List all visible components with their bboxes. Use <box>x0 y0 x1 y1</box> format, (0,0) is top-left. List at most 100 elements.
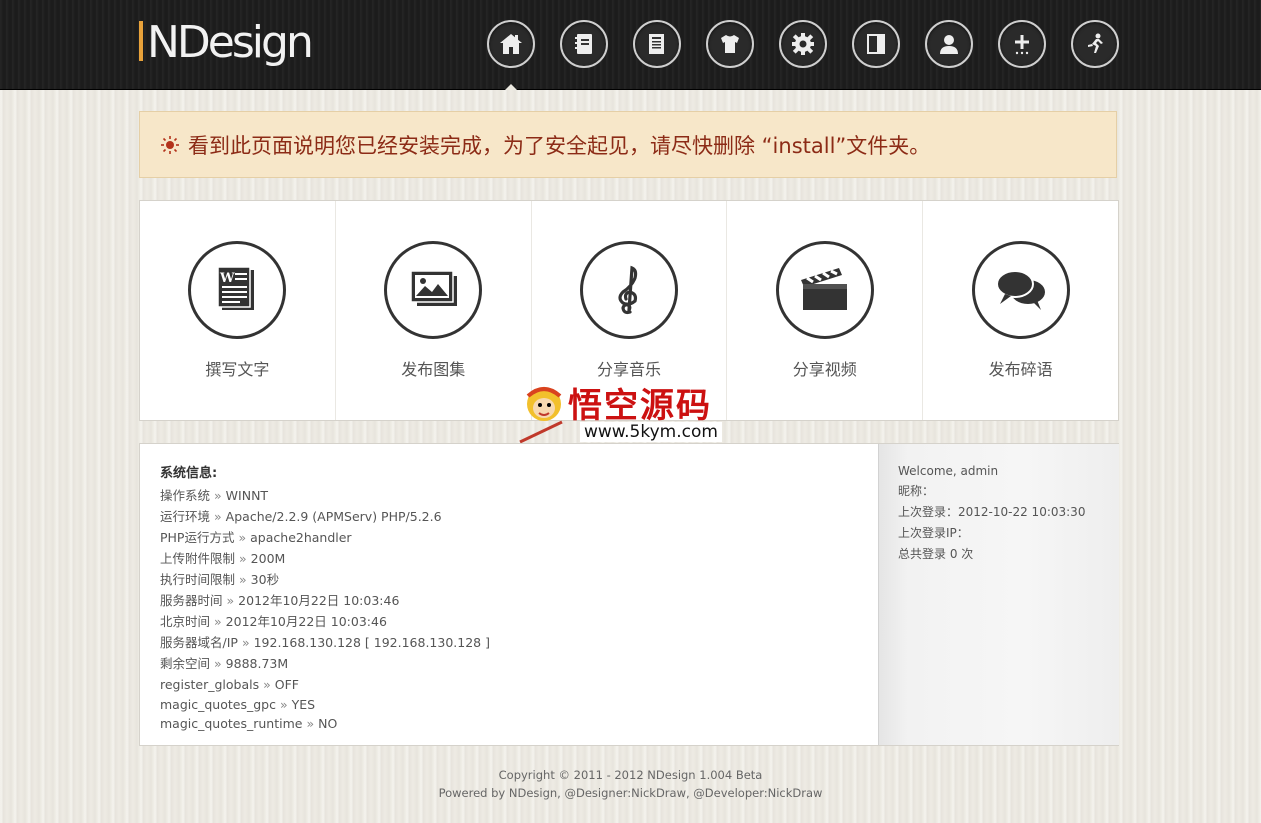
write-text-icon: W <box>217 266 255 310</box>
watermark-url: www.5kym.com <box>580 422 722 442</box>
home-icon <box>500 34 522 54</box>
action-label: 撰写文字 <box>205 360 270 379</box>
sys-key: 执行时间限制 <box>160 572 236 587</box>
sys-value: 30秒 <box>250 572 280 587</box>
logo-text: NDesign <box>147 17 314 68</box>
sys-row-exec-limit: 执行时间限制» 30秒 <box>160 569 860 590</box>
watermark-text: 悟空源码 <box>568 386 712 426</box>
sys-key: 上传附件限制 <box>160 551 236 566</box>
sys-row-free-space: 剩余空间» 9888.73M <box>160 653 860 674</box>
nav-home-button[interactable] <box>487 20 535 68</box>
sys-sep: » <box>214 656 222 671</box>
action-circle <box>384 241 483 339</box>
sys-value: 192.168.130.128 [ 192.168.130.128 ] <box>253 635 490 650</box>
sys-row-php-mode: PHP运行方式» apache2handler <box>160 527 860 548</box>
sys-key: PHP运行方式 <box>160 530 235 545</box>
sys-value: YES <box>291 697 316 712</box>
sys-sep: » <box>226 593 235 608</box>
sys-value: 9888.73M <box>225 656 289 671</box>
total-login-text: 总共登录 0 次 <box>898 547 974 561</box>
sys-sep: » <box>306 716 315 731</box>
nav-user-button[interactable] <box>925 20 973 68</box>
welcome-text: Welcome, admin <box>898 464 999 478</box>
last-login-text: 上次登录：2012-10-22 10:03:30 <box>898 505 1086 519</box>
sys-value: OFF <box>274 677 299 692</box>
watermark: 悟空源码 www.5kym.com <box>518 378 744 444</box>
sys-sep: » <box>241 635 250 650</box>
music-clef-icon <box>618 265 638 315</box>
sys-value: 2012年10月22日 10:03:46 <box>238 593 400 608</box>
action-publish-gallery[interactable]: 发布图集 <box>336 201 532 420</box>
logout-runner-icon <box>1088 33 1103 53</box>
svg-text:W: W <box>219 271 235 286</box>
footer: Copyright © 2011 - 2012 NDesign 1.004 Be… <box>0 766 1261 802</box>
system-info-title: 系统信息: <box>160 466 218 481</box>
sys-key: 服务器时间 <box>160 593 223 608</box>
sys-row-os: 操作系统» WINNT <box>160 485 860 506</box>
sys-sep: » <box>214 488 222 503</box>
clapperboard-icon <box>800 268 847 310</box>
sys-sep: » <box>214 614 222 629</box>
sys-key: 剩余空间 <box>160 656 211 671</box>
logo[interactable]: NDesign <box>139 15 314 71</box>
gallery-icon <box>410 270 458 306</box>
chat-bubbles-icon <box>995 270 1045 310</box>
sys-row-upload-limit: 上传附件限制» 200M <box>160 548 860 569</box>
sys-key: 北京时间 <box>160 614 211 629</box>
action-label: 分享视频 <box>792 360 857 379</box>
action-share-video[interactable]: 分享视频 <box>727 201 924 420</box>
panel-icon <box>867 34 885 54</box>
nav-theme-button[interactable] <box>706 20 754 68</box>
action-write-text[interactable]: W 撰写文字 <box>140 201 336 420</box>
last-login-ip-text: 上次登录IP： <box>898 526 969 540</box>
sys-key: magic_quotes_gpc <box>160 697 276 712</box>
sys-value: NO <box>318 716 338 731</box>
active-nav-pointer <box>505 84 517 90</box>
sun-icon <box>161 135 179 154</box>
sys-value: 200M <box>250 551 286 566</box>
sys-sep: » <box>239 551 247 566</box>
action-label: 分享音乐 <box>596 360 661 379</box>
nav-notebook-button[interactable] <box>560 20 608 68</box>
notebook-icon <box>575 34 592 54</box>
shirt-icon <box>721 35 739 53</box>
sys-key: 服务器域名/IP <box>160 635 238 650</box>
notice-text: 看到此页面说明您已经安装完成，为了安全起见，请尽快删除 “install”文件夹… <box>188 133 931 158</box>
logo-accent-bar <box>139 21 143 61</box>
sys-value: WINNT <box>225 488 269 503</box>
sys-key: magic_quotes_runtime <box>160 716 303 731</box>
action-label: 发布碎语 <box>988 360 1053 379</box>
sys-sep: » <box>263 677 271 692</box>
sys-key: 运行环境 <box>160 509 211 524</box>
sys-value: 2012年10月22日 10:03:46 <box>225 614 387 629</box>
plus-icon <box>1015 35 1029 55</box>
sys-sep: » <box>279 697 288 712</box>
top-bar: NDesign <box>0 0 1261 90</box>
action-label: 发布图集 <box>401 360 466 379</box>
nav-add-button[interactable] <box>998 20 1046 68</box>
sys-row-magic-quotes-runtime: magic_quotes_runtime» NO <box>160 714 860 733</box>
nav-document-button[interactable] <box>633 20 681 68</box>
nickname-text: 昵称： <box>898 484 935 498</box>
sys-sep: » <box>239 572 247 587</box>
sys-row-beijing-time: 北京时间» 2012年10月22日 10:03:46 <box>160 611 860 632</box>
nav-panel-button[interactable] <box>852 20 900 68</box>
install-warning-notice: 看到此页面说明您已经安装完成，为了安全起见，请尽快删除 “install”文件夹… <box>139 111 1117 178</box>
sys-key: 操作系统 <box>160 488 211 503</box>
footer-powered-by: Powered by NDesign, @Designer:NickDraw, … <box>438 786 823 800</box>
sys-row-env: 运行环境» Apache/2.2.9 (APMServ) PHP/5.2.6 <box>160 506 860 527</box>
user-icon <box>940 35 958 54</box>
nav-logout-button[interactable] <box>1071 20 1119 68</box>
action-circle <box>579 241 678 339</box>
nav-settings-button[interactable] <box>779 20 827 68</box>
sys-value: apache2handler <box>250 530 352 545</box>
sys-key: register_globals <box>160 677 260 692</box>
action-circle: W <box>188 241 287 339</box>
action-circle <box>971 241 1070 339</box>
monkey-mascot-icon <box>519 387 563 444</box>
action-circle <box>775 241 874 339</box>
gear-icon <box>792 33 814 55</box>
sys-value: Apache/2.2.9 (APMServ) PHP/5.2.6 <box>225 509 442 524</box>
user-summary: Welcome, admin 昵称： 上次登录：2012-10-22 10:03… <box>878 444 1119 745</box>
action-publish-quip[interactable]: 发布碎语 <box>923 201 1118 420</box>
